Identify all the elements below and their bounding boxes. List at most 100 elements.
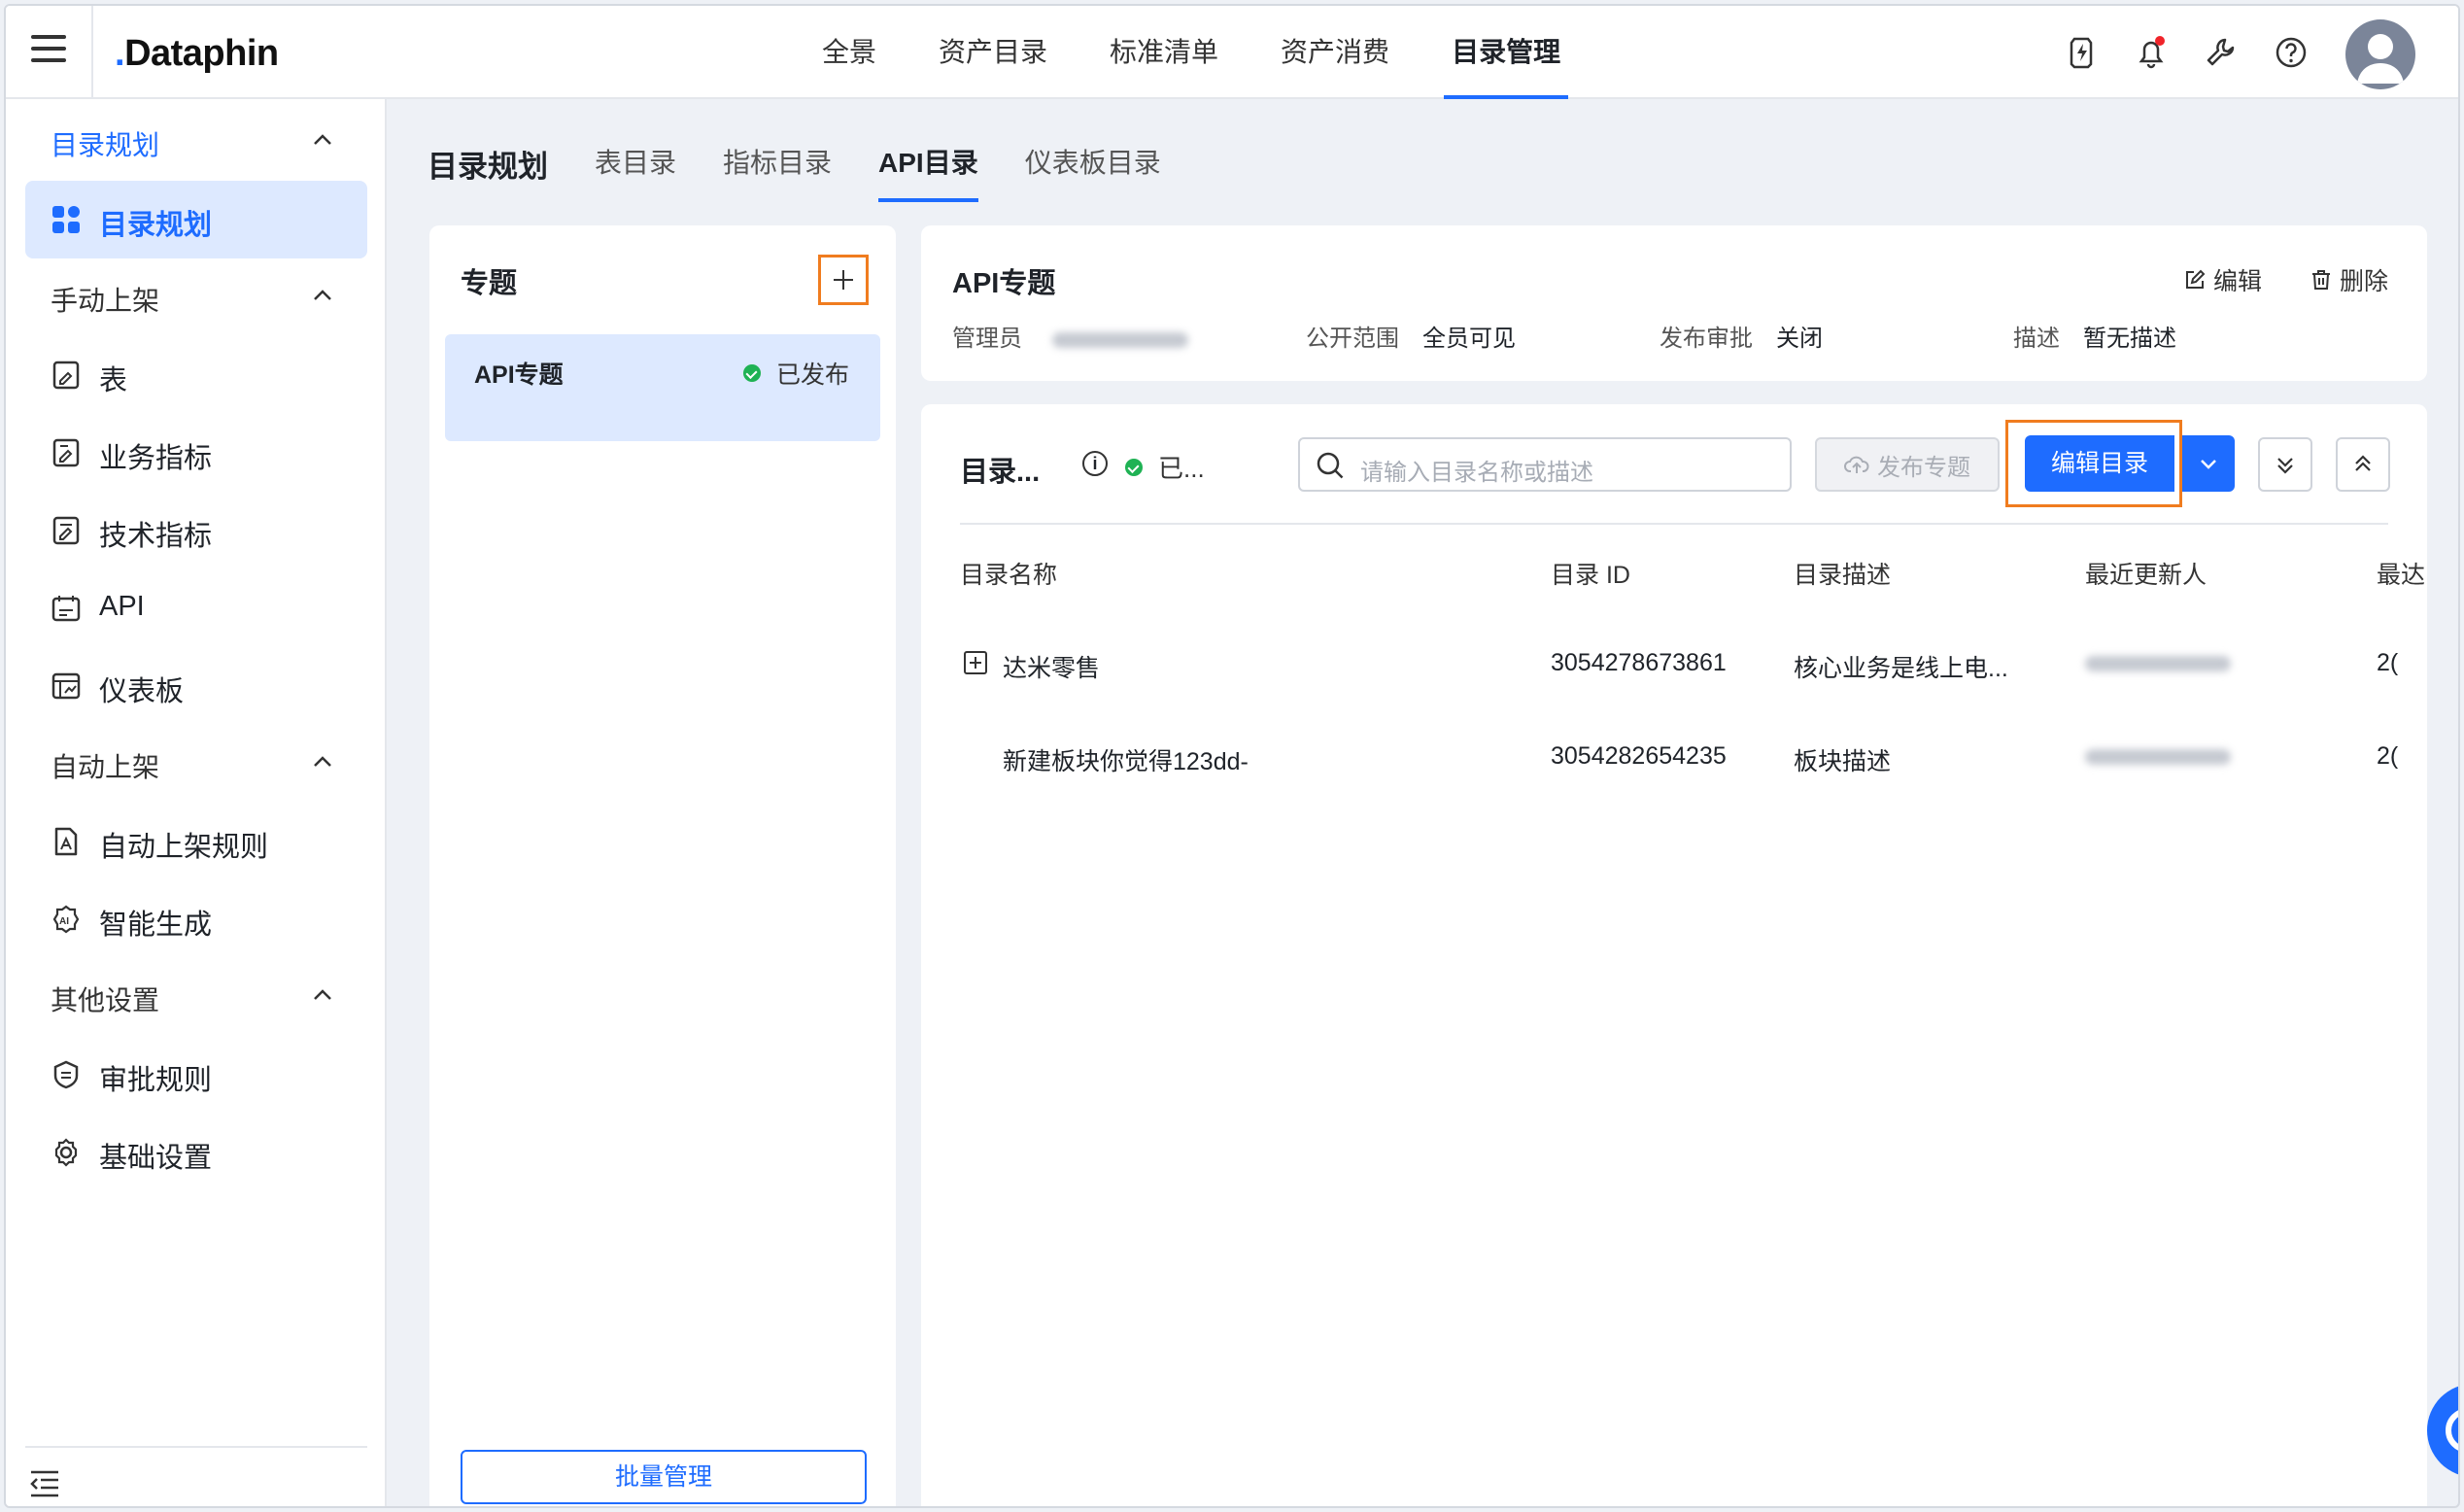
expand-row-icon[interactable] — [964, 651, 987, 674]
scope-field: 公开范围 全员可见 — [1306, 319, 1516, 353]
nav-asset-catalog[interactable]: 资产目录 — [939, 6, 1047, 99]
sidebar-item-label: 技术指标 — [99, 521, 213, 552]
help-icon[interactable] — [2274, 35, 2309, 70]
add-topic-button[interactable] — [818, 255, 869, 305]
grid-icon — [52, 206, 80, 233]
sidebar-item-dashboard[interactable]: 仪表板 — [25, 647, 367, 725]
topic-item[interactable]: API专题 已发布 — [445, 334, 880, 441]
row-description: 核心业务是线上电... — [1794, 655, 2008, 682]
info-icon[interactable]: i — [1082, 451, 1108, 476]
bolt-icon[interactable] — [2064, 35, 2099, 70]
chevron-up-icon[interactable] — [309, 282, 336, 309]
logo-text: Dataphin — [124, 33, 279, 74]
collapse-sidebar-icon[interactable] — [29, 1469, 60, 1498]
sidebar-item-approval-rules[interactable]: 审批规则 — [25, 1036, 367, 1114]
catalog-status-text: 已... — [1158, 454, 1205, 483]
tab-dashboard-catalog[interactable]: 仪表板目录 — [1025, 142, 1161, 206]
ai-icon: AI — [52, 905, 80, 934]
assistant-float-button[interactable] — [2427, 1384, 2458, 1477]
divider — [91, 6, 93, 99]
trash-icon — [2311, 270, 2330, 290]
admin-value-blurred — [1051, 331, 1188, 348]
admin-field: 管理员 — [952, 319, 1188, 353]
topic-status-text: 已发布 — [775, 361, 849, 389]
edit-label: 编辑 — [2212, 268, 2262, 295]
rule-doc-icon — [54, 827, 78, 856]
sidebar-group-auto-listing[interactable]: 自动上架 — [51, 746, 159, 785]
sidebar-item-label: 基础设置 — [99, 1143, 213, 1174]
sidebar-item-api[interactable]: API — [25, 569, 367, 647]
double-chevron-up-icon — [2355, 455, 2371, 471]
edit-catalog-dropdown[interactable] — [2182, 435, 2235, 492]
sidebar-group-catalog-planning[interactable]: 目录规划 — [51, 124, 159, 163]
column-header-name: 目录名称 — [960, 562, 1058, 589]
svg-text:AI: AI — [59, 916, 69, 927]
scope-value: 全员可见 — [1422, 326, 1516, 352]
catalog-title: 目录... — [960, 457, 1041, 488]
sidebar-item-auto-listing-rules[interactable]: 自动上架规则 — [25, 803, 367, 880]
gear-icon — [54, 1138, 78, 1167]
sidebar-item-label: API — [99, 591, 145, 622]
sidebar-item-basic-settings[interactable]: 基础设置 — [25, 1114, 367, 1191]
sidebar-item-label: 审批规则 — [99, 1065, 213, 1096]
sidebar-item-label: 智能生成 — [99, 910, 213, 941]
row-id: 3054278673861 — [1551, 649, 1727, 676]
app-window: .Dataphin 全景 资产目录 标准清单 资产消费 目录管理 目录规划 目录… — [4, 4, 2460, 1508]
sidebar-item-label: 业务指标 — [99, 443, 213, 474]
row-description: 板块描述 — [1794, 748, 1892, 775]
chevron-up-icon[interactable] — [309, 126, 336, 154]
delete-label: 删除 — [2339, 268, 2388, 295]
sidebar-item-catalog-planning[interactable]: 目录规划 — [25, 181, 367, 258]
nav-catalog-management[interactable]: 目录管理 — [1444, 6, 1569, 99]
chevron-up-icon[interactable] — [309, 981, 336, 1009]
dashboard-icon — [51, 672, 81, 700]
search-placeholder: 请输入目录名称或描述 — [1360, 460, 1593, 486]
publish-topic-button[interactable]: 发布专题 — [1815, 437, 2000, 492]
sidebar-item-table[interactable]: 表 — [25, 336, 367, 414]
sidebar-group-manual-listing[interactable]: 手动上架 — [51, 280, 159, 319]
row-update-time: 2( — [2377, 742, 2399, 770]
sidebar-item-tech-metric[interactable]: 技术指标 — [25, 492, 367, 569]
batch-manage-button[interactable]: 批量管理 — [461, 1450, 867, 1504]
topic-info-title: API专题 — [952, 268, 1056, 299]
wrench-icon[interactable] — [2204, 35, 2239, 70]
chevron-up-icon[interactable] — [309, 748, 336, 775]
description-label: 描述 — [2013, 326, 2060, 352]
sidebar-item-label: 仪表板 — [99, 676, 185, 707]
expand-all-button[interactable] — [2258, 437, 2312, 492]
success-check-icon — [742, 364, 761, 382]
sidebar-group-other-settings[interactable]: 其他设置 — [51, 979, 159, 1018]
page-tabs: 目录规划 表目录 指标目录 API目录 仪表板目录 — [428, 142, 1208, 206]
delete-button[interactable]: 删除 — [2310, 262, 2388, 297]
user-avatar[interactable] — [2345, 19, 2415, 89]
assistant-icon — [2446, 1410, 2458, 1451]
tech-metric-icon — [52, 516, 80, 545]
tab-metric-catalog[interactable]: 指标目录 — [723, 142, 832, 206]
nav-asset-consumption[interactable]: 资产消费 — [1281, 6, 1389, 99]
column-header-updater: 最近更新人 — [2085, 562, 2207, 589]
logo[interactable]: .Dataphin — [115, 33, 279, 75]
sidebar-item-business-metric[interactable]: 业务指标 — [25, 414, 367, 492]
sidebar-item-label: 表 — [99, 365, 128, 396]
sidebar-item-label: 目录规划 — [99, 210, 213, 241]
scope-label: 公开范围 — [1306, 326, 1399, 352]
tab-api-catalog[interactable]: API目录 — [878, 142, 978, 206]
row-update-time: 2( — [2377, 649, 2399, 676]
sidebar-item-smart-generate[interactable]: AI 智能生成 — [25, 880, 367, 958]
topic-name: API专题 — [474, 361, 564, 389]
edit-catalog-button[interactable]: 编辑目录 — [2025, 435, 2174, 492]
chevron-down-icon — [2201, 460, 2216, 469]
nav-overview[interactable]: 全景 — [822, 6, 876, 99]
catalog-status: 已... — [1125, 449, 1205, 485]
bell-icon[interactable] — [2134, 35, 2169, 70]
edit-button[interactable]: 编辑 — [2184, 262, 2262, 297]
business-metric-icon — [52, 438, 80, 467]
topic-info-actions: 编辑 删除 — [2136, 262, 2388, 297]
tab-table-catalog[interactable]: 表目录 — [595, 142, 676, 206]
nav-standard-list[interactable]: 标准清单 — [1110, 6, 1218, 99]
collapse-all-button[interactable] — [2336, 437, 2390, 492]
hamburger-menu-icon[interactable] — [31, 35, 66, 70]
success-check-icon — [1125, 458, 1143, 476]
search-input[interactable]: 请输入目录名称或描述 — [1298, 437, 1792, 492]
column-header-id: 目录 ID — [1551, 562, 1630, 589]
